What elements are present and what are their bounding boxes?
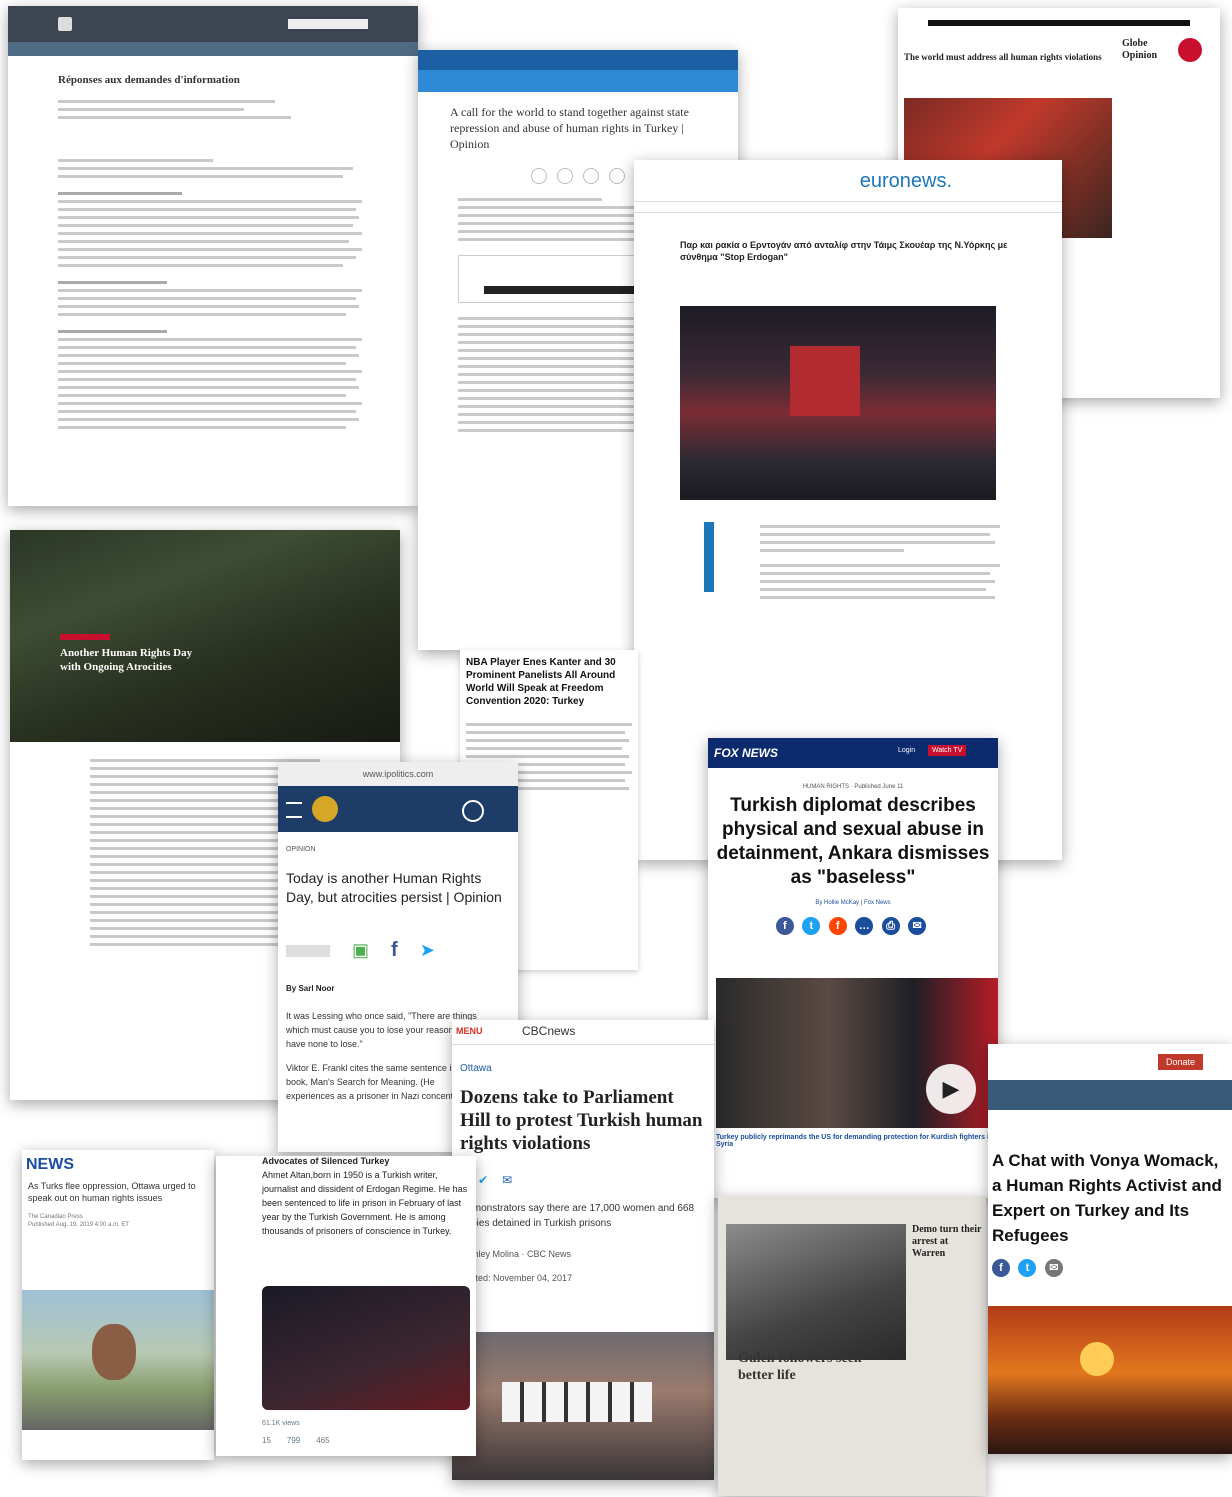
- email-icon[interactable]: ✉: [1044, 1259, 1063, 1277]
- twitter-icon[interactable]: t: [1018, 1259, 1037, 1277]
- comment-icon[interactable]: …: [855, 917, 874, 935]
- billboard: [790, 346, 860, 416]
- email-icon[interactable]: ✉: [908, 917, 927, 935]
- menu-icon[interactable]: [286, 802, 302, 818]
- page-title: Réponses aux demandes d'information: [58, 74, 240, 86]
- article-headline: A call for the world to stand together a…: [450, 105, 689, 151]
- search-input[interactable]: [288, 19, 368, 29]
- menu-bar[interactable]: [988, 1080, 1232, 1110]
- side-headline: Demo turn their arrest at Warren: [912, 1224, 982, 1259]
- donate-button[interactable]: Donate: [1158, 1054, 1204, 1070]
- tweet-video[interactable]: [262, 1286, 470, 1410]
- menu-button[interactable]: MENU: [456, 1026, 483, 1036]
- facebook-icon[interactable]: f: [391, 939, 398, 962]
- facebook-icon[interactable]: [557, 168, 573, 184]
- source-label: The Canadian Press: [28, 1214, 83, 1220]
- facebook-icon[interactable]: f: [992, 1259, 1010, 1277]
- portrait-photo: [22, 1290, 214, 1430]
- article-headline: Another Human Rights Day with Ongoing At…: [60, 647, 193, 673]
- hero-image: Another Human Rights Day with Ongoing At…: [10, 530, 400, 742]
- sms-icon[interactable]: ▣: [352, 940, 369, 961]
- share-sidebar[interactable]: [704, 522, 714, 592]
- byline: By Hollie McKay | Fox News: [815, 900, 891, 906]
- tweet-text: Ahmet Altan,born in 1950 is a Turkish wr…: [262, 1170, 468, 1236]
- cbc-header: MENU CBCnews: [452, 1020, 714, 1045]
- article-headline: Dozens take to Parliament Hill to protes…: [460, 1087, 703, 1154]
- fox-header: FOX NEWS Login Watch TV: [708, 738, 998, 768]
- twitter-icon[interactable]: ✔: [478, 1173, 488, 1187]
- vonya-screenshot: Donate A Chat with Vonya Womack, a Human…: [988, 1044, 1232, 1454]
- fox-logo: FOX NEWS: [714, 746, 779, 760]
- globe-brand: Globe Opinion: [1122, 38, 1158, 61]
- site-header: Donate: [988, 1044, 1232, 1080]
- photo-caption: Turkey publicly reprimands the US for de…: [716, 1134, 994, 1148]
- newspaper-photo: [726, 1224, 906, 1360]
- view-count: 61.1K views: [262, 1420, 300, 1427]
- protest-photo: [452, 1332, 714, 1480]
- retweet-count[interactable]: 799: [287, 1436, 300, 1445]
- watch-tv-button[interactable]: Watch TV: [928, 745, 967, 756]
- babies-signs: [502, 1382, 652, 1422]
- sunset-refugee-photo: [988, 1306, 1232, 1454]
- canada-header: [8, 6, 418, 42]
- article-dek: Demonstrators say there are 17,000 women…: [460, 1203, 695, 1229]
- byline: Stanley Molina · CBC News: [460, 1249, 572, 1259]
- section-label: Ottawa: [460, 1063, 492, 1074]
- article-headline: NBA Player Enes Kanter and 30 Prominent …: [466, 657, 616, 707]
- article-headline: Παρ και ρακία ο Ερντογάν από ανταλίφ στη…: [680, 240, 1008, 262]
- globe-logo-icon: [1178, 38, 1202, 62]
- article-headline: Turkish diplomat describes physical and …: [716, 795, 990, 888]
- ctv-screenshot: NEWS As Turks flee oppression, Ottawa ur…: [22, 1150, 214, 1460]
- article-headline: As Turks flee oppression, Ottawa urged t…: [28, 1181, 196, 1203]
- euronews-logo: euronews.: [859, 170, 952, 192]
- cbc-screenshot: MENU CBCnews Ottawa Dozens take to Parli…: [452, 1020, 714, 1480]
- globe-header: [928, 8, 1190, 26]
- canada-nav[interactable]: [8, 42, 418, 56]
- email-icon[interactable]: [609, 168, 625, 184]
- article-headline: Today is another Human Rights Day, but a…: [286, 870, 502, 905]
- flipboard-icon[interactable]: f: [828, 917, 847, 935]
- account-icon[interactable]: [462, 800, 484, 822]
- guardian-banner[interactable]: [418, 70, 738, 92]
- published-date: Published Aug. 19, 2019 4:00 a.m. ET: [28, 1222, 130, 1228]
- published-date: Published June 11: [854, 784, 904, 790]
- times-square-photo: [680, 306, 996, 500]
- cbc-logo: CBCnews: [522, 1024, 576, 1038]
- email-icon[interactable]: ✉: [502, 1173, 512, 1187]
- euronews-nav[interactable]: [634, 201, 1062, 213]
- category-label: HUMAN RIGHTS: [802, 784, 850, 790]
- ctv-logo: NEWS: [26, 1156, 74, 1173]
- guardian-header: [418, 50, 738, 70]
- flag-icon: [58, 17, 72, 31]
- like-count[interactable]: 465: [316, 1436, 329, 1445]
- play-video-icon[interactable]: ▶: [926, 1064, 976, 1114]
- share-icon[interactable]: [531, 168, 547, 184]
- article-headline: The world must address all human rights …: [904, 52, 1102, 62]
- section-tag: OPINION: [286, 846, 316, 853]
- canada-doc-screenshot: Réponses aux demandes d'information: [8, 6, 418, 506]
- ipolitics-header: [278, 786, 518, 832]
- tweet-screenshot: Advocates of Silenced Turkey Ahmet Altan…: [216, 1156, 476, 1456]
- newspaper-clipping: Demo turn their arrest at Warren Gulen f…: [718, 1196, 986, 1496]
- ipolitics-logo: [312, 796, 338, 822]
- url-bar[interactable]: www.ipolitics.com: [278, 762, 518, 786]
- article-headline: A Chat with Vonya Womack, a Human Rights…: [992, 1151, 1222, 1245]
- facebook-icon[interactable]: f: [775, 917, 794, 935]
- person-face: [92, 1324, 136, 1380]
- tweet-author[interactable]: Advocates of Silenced Turkey: [216, 1156, 476, 1166]
- comment-button[interactable]: [286, 944, 330, 957]
- reply-count[interactable]: 15: [262, 1436, 271, 1445]
- twitter-icon[interactable]: ➤: [420, 940, 435, 961]
- erdogan-photo: ▶: [716, 978, 998, 1128]
- article-headline: Gulen followers seek better life: [738, 1351, 862, 1383]
- foxnews-screenshot: FOX NEWS Login Watch TV HUMAN RIGHTS · P…: [708, 738, 998, 1198]
- category-badge: [60, 634, 110, 640]
- byline: By Sarl Noor: [286, 984, 335, 993]
- login-link[interactable]: Login: [898, 747, 915, 754]
- sun-shape: [1080, 1342, 1114, 1376]
- twitter-icon[interactable]: t: [802, 917, 821, 935]
- posted-date: Posted: November 04, 2017: [460, 1273, 573, 1283]
- print-icon[interactable]: ⎙: [881, 917, 900, 935]
- twitter-icon[interactable]: [583, 168, 599, 184]
